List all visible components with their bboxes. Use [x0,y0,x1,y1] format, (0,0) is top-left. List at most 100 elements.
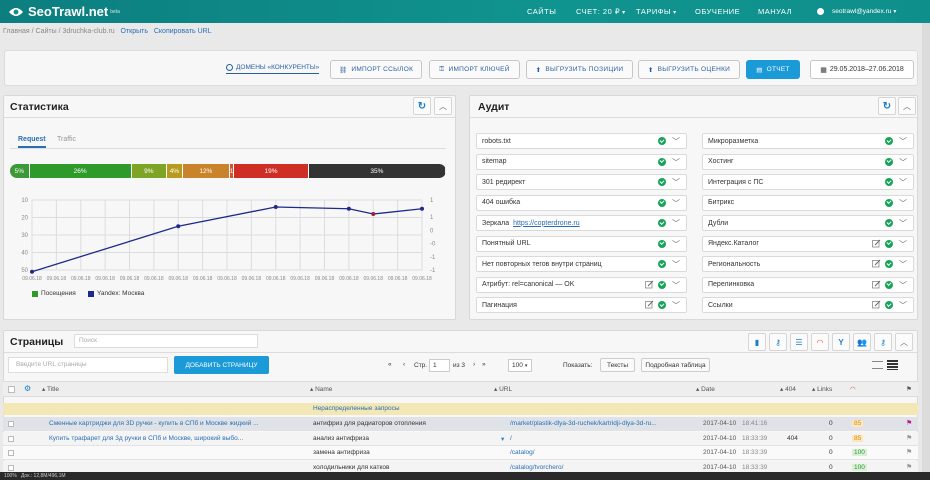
detailed-table-button[interactable]: Подробная таблица [641,358,710,372]
audit-item[interactable]: Перелинковка ﹀ [702,276,914,293]
chevron-down-icon[interactable]: ﹀ [672,300,680,311]
audit-item[interactable]: Хостинг ﹀ [702,153,914,170]
copy-url-link[interactable]: Скопировать URL [154,28,212,35]
gear-icon[interactable]: ⚙ [24,384,31,393]
cell-url[interactable]: / [510,435,660,442]
add-keys-button[interactable]: ⚷ [769,333,787,351]
chevron-down-icon[interactable]: ﹀ [899,136,907,147]
audit-item-link[interactable]: https://copterdrone.ru [513,220,580,227]
crumb-sites[interactable]: Сайты [36,28,57,35]
cell-title[interactable]: Купить трафарет для 3д ручки в СПб и Мос… [49,435,304,442]
nav-account[interactable]: СЧЕТ: 20 ₽ ▾ [576,0,626,23]
col-name[interactable]: ▴ Name [310,385,332,393]
audit-item[interactable]: Атрибут: rel=canonical — OK ﹀ [476,276,687,293]
speed-button[interactable]: ◠ [811,333,829,351]
import-links-button[interactable]: ⛓ ИМПОРТ ССЫЛОК [330,60,422,79]
refresh-audit-button[interactable]: ↻ [878,97,896,115]
audit-item[interactable]: Нет повторных тегов внутри страниц ﹀ [476,256,687,272]
chevron-down-icon[interactable]: ﹀ [672,198,680,209]
page-scrollbar[interactable] [922,23,930,472]
chevron-down-icon[interactable]: ﹀ [899,280,907,291]
report-button[interactable]: ▤ ОТЧЕТ [746,60,800,79]
audit-item[interactable]: Зеркала https://copterdrone.ru ﹀ [476,215,687,231]
chevron-down-icon[interactable]: ﹀ [899,218,907,229]
chevron-down-icon[interactable]: ﹀ [899,300,907,311]
edit-icon[interactable] [872,239,881,248]
date-range-picker[interactable]: ▦ 29.05.2018–27.06.2018 [810,60,914,79]
user-menu[interactable]: seotrawl@yandex.ru ▾ [817,0,896,23]
audit-item[interactable]: Ссылки ﹀ [702,297,914,313]
users-button[interactable]: 👥 [853,333,871,351]
refresh-stats-button[interactable]: ↻ [413,97,431,115]
flag-icon[interactable]: ⚑ [906,434,912,442]
audit-item[interactable]: sitemap ﹀ [476,153,687,170]
chevron-down-icon[interactable]: ﹀ [672,259,680,270]
chevron-down-icon[interactable]: ﹀ [899,239,907,250]
audit-item[interactable]: robots.txt ﹀ [476,133,687,149]
col-404[interactable]: ▴ 404 [780,385,796,393]
audit-item[interactable]: 301 редирект ﹀ [476,174,687,190]
audit-item[interactable]: Пагинация ﹀ [476,297,687,313]
tab-request[interactable]: Request [18,136,46,148]
page-document-button[interactable]: ▮ [748,333,766,351]
chevron-down-icon[interactable]: ﹀ [899,259,907,270]
crumb-home[interactable]: Главная [3,28,30,35]
edit-icon[interactable] [872,300,881,309]
col-links[interactable]: ▴ Links [812,385,832,393]
collapse-stats-button[interactable]: ︿ [434,97,452,115]
row-checkbox[interactable] [8,450,14,456]
edit-icon[interactable] [872,280,881,289]
col-title[interactable]: ▴ Title [42,385,59,393]
metrics-button[interactable]: Y [832,333,850,351]
nav-sites[interactable]: САЙТЫ [527,0,556,23]
flag-icon[interactable]: ⚑ [906,448,912,456]
app-logo[interactable]: SeoTrawl.net beta [8,3,120,20]
export-positions-button[interactable]: ⬆ ВЫГРУЗИТЬ ПОЗИЦИИ [526,60,633,79]
row-checkbox[interactable] [8,464,14,471]
audit-item[interactable]: Понятный URL ﹀ [476,235,687,252]
audit-item[interactable]: Битрикс ﹀ [702,194,914,211]
list-view-icon[interactable] [872,361,883,369]
prev-page-icon[interactable]: ‹ [403,361,405,368]
import-keys-button[interactable]: ⚿ ИМПОРТ КЛЮЧЕЙ [429,60,520,79]
competitor-domains-link[interactable]: ДОМЕНЫ «КОНКУРЕНТЫ» [226,64,320,74]
chevron-down-icon[interactable]: ﹀ [899,198,907,209]
nav-training[interactable]: ОБУЧЕНИЕ [695,0,740,23]
unassigned-queries-label[interactable]: Нераспределенные запросы [313,405,400,412]
per-page-select[interactable]: 100 ▾ [508,359,532,372]
audit-item[interactable]: Микроразметка ﹀ [702,133,914,149]
row-checkbox[interactable] [8,435,14,442]
open-link[interactable]: Открыть [121,28,149,35]
audit-item[interactable]: Дубли ﹀ [702,215,914,231]
page-url-input[interactable]: Введите URL страницы [8,357,168,373]
chevron-down-icon[interactable]: ﹀ [672,157,680,168]
col-flag[interactable]: ⚑ [906,385,912,393]
edit-icon[interactable] [645,300,654,309]
select-all-checkbox[interactable] [8,386,15,393]
chevron-down-icon[interactable]: ﹀ [899,177,907,188]
add-page-button[interactable]: ДОБАВИТЬ СТРАНИЦУ [174,356,269,374]
audit-item[interactable]: Яндекс.Каталог ﹀ [702,235,914,252]
collapse-audit-button[interactable]: ︿ [898,97,916,115]
audit-item[interactable]: 404 ошибка ﹀ [476,194,687,211]
texts-button[interactable]: Тексты [600,358,635,372]
cell-url[interactable]: /market/plastik-dlya-3d-ruchek/kartridji… [510,420,660,427]
cell-url[interactable]: /catalog/ [510,449,660,456]
edit-icon[interactable] [872,259,881,268]
cell-title[interactable]: Сменные картриджи для 3D ручки - купить … [49,420,304,427]
expand-caret-icon[interactable]: ▾ [501,435,504,443]
col-date[interactable]: ▴ Date [696,385,715,393]
chevron-down-icon[interactable]: ﹀ [672,218,680,229]
next-page-icon[interactable]: › [473,361,475,368]
list-button[interactable]: ☰ [790,333,808,351]
flag-icon[interactable]: ⚑ [906,463,912,471]
table-view-icon[interactable] [887,360,898,370]
key-settings-button[interactable]: ⚷ [874,333,892,351]
row-checkbox[interactable] [8,421,14,427]
first-page-icon[interactable]: « [388,361,392,368]
tab-traffic[interactable]: Traffic [57,136,76,143]
page-number-input[interactable]: 1 [429,359,450,372]
nav-tariffs[interactable]: ТАРИФЫ ▾ [636,0,677,23]
cell-url[interactable]: /catalog/tvorchero/ [510,464,660,471]
nav-manual[interactable]: МАНУАЛ [758,0,792,23]
